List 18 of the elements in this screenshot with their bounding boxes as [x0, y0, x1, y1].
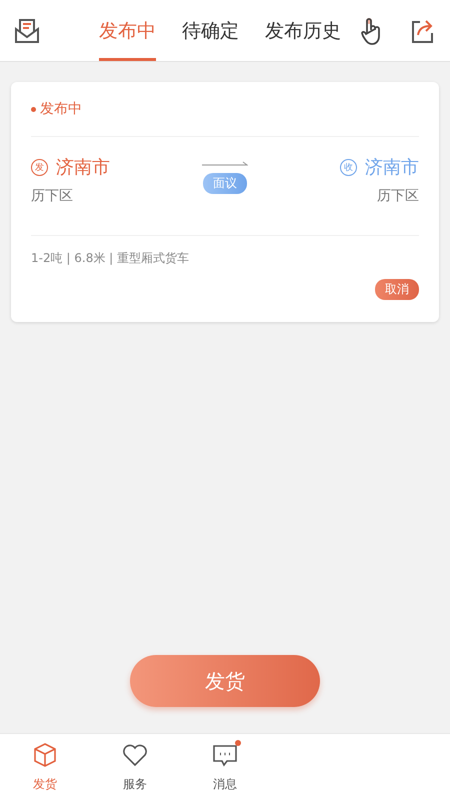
destination-city: 济南市: [365, 156, 419, 179]
status-label: 发布中: [40, 100, 82, 118]
destination-district: 历下区: [377, 187, 419, 205]
vehicle-specs: 1-2吨 | 6.8米 | 重型厢式货车: [31, 250, 190, 267]
tab[interactable]: 发布历史: [265, 3, 341, 61]
box-icon: [32, 742, 58, 768]
price-badge: 面议: [203, 173, 247, 194]
sender-mark-icon: 发: [31, 158, 48, 176]
nav-item[interactable]: 消息: [180, 734, 270, 800]
tab[interactable]: 待确定: [182, 3, 239, 61]
receiver-mark-icon: 收: [340, 158, 357, 176]
share-icon[interactable]: [410, 18, 436, 44]
status-dot: [31, 106, 36, 112]
mail-icon[interactable]: [14, 18, 40, 44]
origin-district: 历下区: [31, 187, 74, 205]
heart-icon: [122, 742, 148, 768]
nav-item[interactable]: 服务: [90, 734, 180, 800]
origin-city: 济南市: [56, 156, 110, 179]
